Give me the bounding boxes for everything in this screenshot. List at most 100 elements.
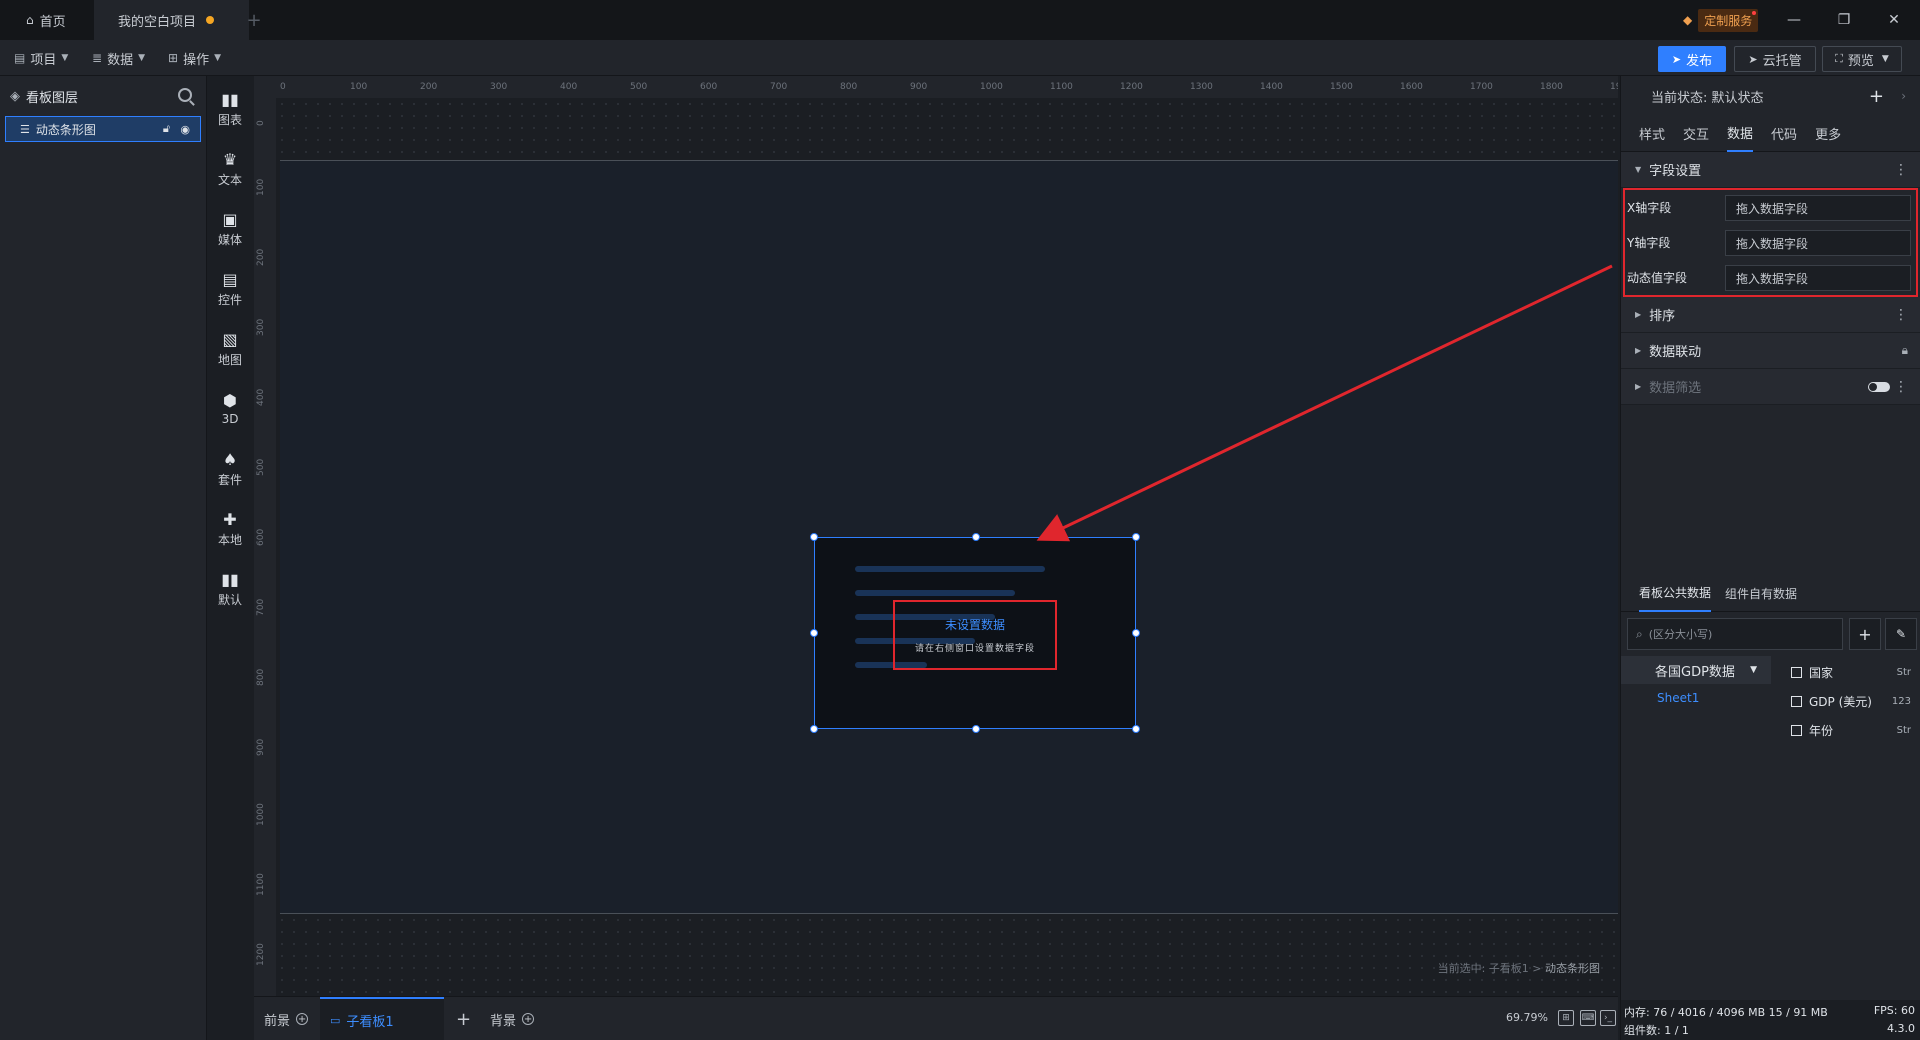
data-field-type: Str — [1896, 666, 1911, 678]
component-media[interactable]: ▣ 媒体 — [208, 204, 252, 254]
data-search-placeholder: (区分大小写) — [1648, 628, 1713, 641]
property-tabs: 样式 交互 数据 代码 更多 — [1621, 116, 1920, 152]
menu-action[interactable]: ⊞ 操作 ▼ — [168, 48, 221, 68]
cloud-hosting-button[interactable]: ➤ 云托管 — [1734, 46, 1816, 72]
tab-background[interactable]: 背景 + — [490, 997, 535, 1040]
custom-service-button[interactable]: ◆ 定制服务 — [1683, 8, 1759, 32]
component-kit[interactable]: ♠ 套件 — [208, 444, 252, 494]
section-data-linkage[interactable]: ▶ 数据联动 🔒︎ — [1621, 333, 1920, 369]
layer-panel: ◈ 看板图层 ☰ 动态条形图 🔓︎ ◉ — [0, 76, 207, 1040]
publish-button[interactable]: ➤ 发布 — [1658, 46, 1726, 72]
memory-readout: 内存: 76 / 4016 / 4096 MB 15 / 91 MB — [1624, 1006, 1828, 1019]
lock-icon[interactable]: 🔒︎ — [1902, 343, 1908, 358]
ruler-tick-label: 900 — [256, 738, 266, 756]
chevron-down-icon: ▼ — [214, 53, 221, 63]
resize-handle[interactable] — [1132, 629, 1140, 637]
resize-handle[interactable] — [972, 533, 980, 541]
unlock-icon[interactable]: 🔓︎ — [163, 122, 170, 136]
tab-board-public-data[interactable]: 看板公共数据 — [1639, 576, 1712, 612]
x-axis-field-label: X轴字段 — [1627, 201, 1672, 215]
y-axis-field-input[interactable]: 拖入数据字段 — [1725, 230, 1911, 256]
eye-icon[interactable]: ◉ — [180, 123, 190, 136]
section-field-settings[interactable]: ▼ 字段设置 ⋮ — [1621, 152, 1920, 188]
layer-item[interactable]: ☰ 动态条形图 🔓︎ ◉ — [5, 116, 201, 142]
zoom-level[interactable]: 69.79% — [1506, 1011, 1548, 1024]
data-field-item[interactable]: 年份 Str — [1791, 718, 1917, 742]
checkbox[interactable] — [1791, 695, 1802, 707]
monitor-icon: ▭ — [330, 1013, 341, 1027]
fit-screen-icon[interactable]: ⊞ — [1558, 1010, 1574, 1026]
resize-handle[interactable] — [810, 629, 818, 637]
resize-handle[interactable] — [810, 533, 818, 541]
ruler-top[interactable]: 0 100 200 300 400 500 600 700 800 900 1000 1100 1200… — [254, 76, 1618, 98]
section-data-filter[interactable]: ▶ 数据筛选 ⋮ — [1621, 369, 1920, 405]
checkbox[interactable] — [1791, 666, 1802, 678]
tab-interaction[interactable]: 交互 — [1683, 116, 1709, 152]
edit-data-button[interactable]: ✎ — [1885, 618, 1917, 650]
tab-more[interactable]: 更多 — [1815, 116, 1841, 152]
ruler-left[interactable]: 0 100 200 300 400 500 600 700 800 900 1000 1100 1200 — [254, 98, 276, 996]
ruler-tick-label: 300 — [256, 318, 266, 336]
dynamic-value-field-input[interactable]: 拖入数据字段 — [1725, 265, 1911, 291]
tab-data[interactable]: 数据 — [1727, 116, 1754, 152]
resize-handle[interactable] — [810, 725, 818, 733]
add-tab-button[interactable]: + — [246, 0, 262, 40]
preview-button[interactable]: ⛶ 预览 ▼ — [1822, 46, 1902, 72]
sheet-item[interactable]: Sheet1 — [1621, 684, 1771, 712]
canvas-area[interactable]: 0 100 200 300 400 500 600 700 800 900 1000 1100 1200… — [254, 76, 1618, 996]
resize-handle[interactable] — [1132, 533, 1140, 541]
component-puzzle[interactable]: ✚ 本地 — [208, 504, 252, 554]
publish-label: 发布 — [1686, 53, 1713, 69]
dynamic-bar-chart-widget[interactable]: 未设置数据 请在右侧窗口设置数据字段 — [810, 533, 1140, 733]
add-circle-icon[interactable]: + — [296, 1013, 309, 1025]
tab-foreground[interactable]: 前景 + — [264, 997, 309, 1040]
minimize-icon[interactable]: — — [1782, 8, 1806, 32]
component-label: 地图 — [217, 352, 242, 367]
data-field-item[interactable]: GDP (美元) 123 — [1791, 689, 1917, 713]
tab-project[interactable]: 我的空白项目 — [94, 0, 249, 40]
tab-component-own-data[interactable]: 组件自有数据 — [1725, 576, 1797, 612]
search-icon[interactable] — [178, 88, 192, 102]
cube-icon: ⬢ — [223, 391, 237, 410]
add-state-icon[interactable]: + — [1869, 86, 1884, 107]
chevron-down-icon: ▼ — [138, 53, 145, 63]
menu-project[interactable]: ▤ 项目 ▼ — [14, 48, 68, 68]
component-map[interactable]: ▧ 地图 — [208, 324, 252, 374]
resize-handle[interactable] — [1132, 725, 1140, 733]
add-data-button[interactable]: + — [1849, 618, 1881, 650]
x-axis-field-input[interactable]: 拖入数据字段 — [1725, 195, 1911, 221]
menu-data[interactable]: ≣ 数据 ▼ — [92, 48, 145, 68]
more-vertical-icon[interactable]: ⋮ — [1894, 162, 1908, 178]
add-circle-icon[interactable]: + — [522, 1013, 535, 1025]
terminal-icon[interactable]: ›_ — [1600, 1010, 1616, 1026]
checkbox[interactable] — [1791, 724, 1802, 736]
tab-sub-board[interactable]: ▭ 子看板1 — [320, 997, 444, 1040]
more-vertical-icon[interactable]: ⋮ — [1894, 307, 1908, 323]
close-icon[interactable]: ✕ — [1882, 8, 1906, 32]
data-field-name: 年份 — [1809, 723, 1834, 738]
tab-code[interactable]: 代码 — [1771, 116, 1797, 152]
component-bar-chart[interactable]: ▮▮ 图表 — [208, 84, 252, 134]
tab-style[interactable]: 样式 — [1639, 116, 1665, 152]
component-default-chart[interactable]: ▮▮ 默认 — [208, 564, 252, 614]
keyboard-icon[interactable]: ⌨ — [1580, 1010, 1596, 1026]
data-search-input[interactable]: ⌕ (区分大小写) — [1627, 618, 1843, 650]
search-icon: ⌕ — [1636, 626, 1643, 641]
component-cube[interactable]: ⬢ 3D — [208, 384, 252, 434]
component-widget[interactable]: ▤ 控件 — [208, 264, 252, 314]
restore-icon[interactable]: ❐ — [1832, 8, 1856, 32]
document-icon: ▤ — [14, 51, 26, 65]
section-sort[interactable]: ▶ 排序 ⋮ — [1621, 297, 1920, 333]
data-source-item[interactable]: 各国GDP数据 ▼ — [1621, 656, 1771, 684]
more-vertical-icon[interactable]: ⋮ — [1894, 379, 1908, 395]
sub-board[interactable]: 未设置数据 请在右侧窗口设置数据字段 — [280, 160, 1618, 914]
data-field-item[interactable]: 国家 Str — [1791, 660, 1917, 684]
filter-toggle[interactable] — [1868, 382, 1890, 392]
tab-home[interactable]: ⌂ 首页 — [0, 0, 94, 40]
resize-handle[interactable] — [972, 725, 980, 733]
chevron-right-icon[interactable]: › — [1901, 89, 1906, 103]
add-board-button[interactable]: + — [456, 997, 471, 1040]
component-text[interactable]: ♛ 文本 — [208, 144, 252, 194]
caret-down-icon: ▼ — [1635, 165, 1642, 174]
dynamic-value-field-label: 动态值字段 — [1627, 271, 1688, 285]
